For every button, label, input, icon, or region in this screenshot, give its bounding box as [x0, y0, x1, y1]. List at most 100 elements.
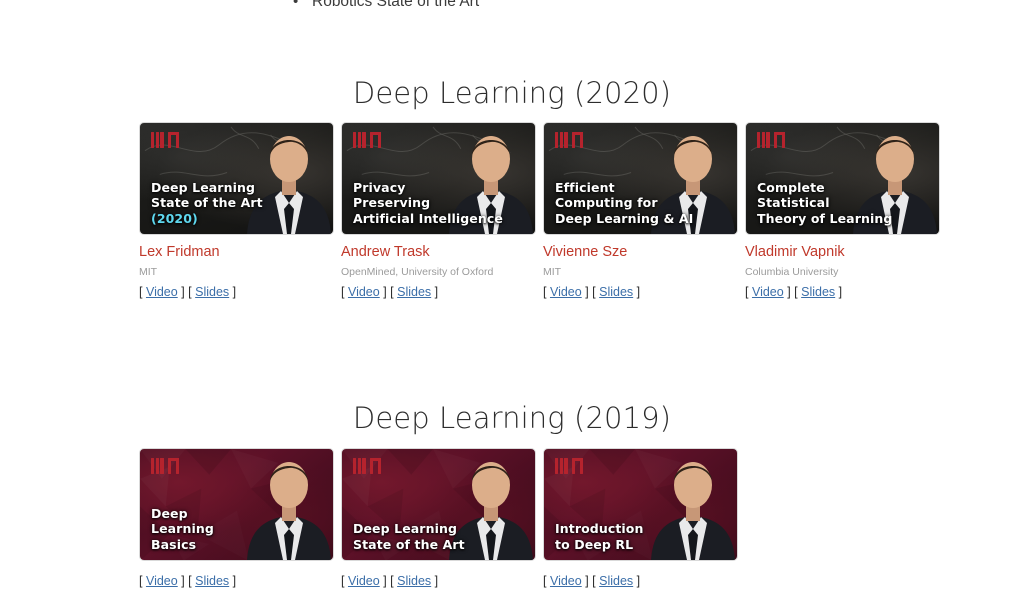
resource-links: [ Video ] [ Slides ]: [139, 284, 341, 301]
mit-logo-icon: [151, 458, 179, 475]
resource-links: [ Video ] [ Slides ]: [341, 573, 543, 590]
bracket-close: ]: [383, 285, 387, 299]
bracket-open: [: [188, 574, 192, 588]
mit-logo-icon: [555, 458, 583, 475]
bracket-open: [: [188, 285, 192, 299]
bracket-close: ]: [787, 285, 791, 299]
bracket-open: [: [341, 574, 345, 588]
thumbnail-title-line: State of the Art: [353, 536, 465, 552]
card-row-2019: Deep Learning Basics[ Video ] [ Slides ] De…: [139, 448, 745, 590]
resource-links: [ Video ] [ Slides ]: [543, 573, 745, 590]
thumbnail-title: Deep Learning State of the Art: [353, 521, 465, 552]
thumbnail-title-line: to Deep RL: [555, 536, 634, 552]
bracket-open: [: [341, 285, 345, 299]
video-thumbnail[interactable]: Deep Learning State of the Art (2020): [139, 122, 334, 235]
thumbnail-title-line: Deep Learning: [353, 521, 458, 536]
thumbnail-title: Efficient Computing for Deep Learning & AI: [555, 180, 693, 227]
speaker-portrait: [247, 462, 331, 560]
speaker-name[interactable]: Vivienne Sze: [543, 244, 745, 261]
speaker-name[interactable]: Andrew Trask: [341, 244, 543, 261]
video-thumbnail[interactable]: Deep Learning State of the Art: [341, 448, 536, 561]
link-video[interactable]: Video: [146, 285, 178, 299]
top-bullet-list: Robotics State of the Art: [0, 0, 1024, 13]
bracket-close: ]: [636, 285, 641, 299]
bracket-close: ]: [585, 285, 589, 299]
speaker-affiliation: MIT: [543, 266, 562, 278]
bracket-open: [: [390, 285, 394, 299]
resource-links: [ Video ] [ Slides ]: [745, 284, 947, 301]
speaker-affiliation: MIT: [139, 266, 158, 278]
speaker-name[interactable]: Lex Fridman: [139, 244, 341, 261]
bracket-close: ]: [636, 574, 641, 588]
link-video[interactable]: Video: [146, 574, 178, 588]
bracket-close: ]: [232, 574, 237, 588]
resource-links: [ Video ] [ Slides ]: [341, 284, 543, 301]
bracket-open: [: [794, 285, 798, 299]
lecture-card: Privacy Preserving Artificial Intelligence…: [341, 122, 543, 301]
bracket-open: [: [592, 285, 596, 299]
thumbnail-title: Introduction to Deep RL: [555, 521, 643, 552]
page-root: Robotics State of the Art Deep Learning …: [0, 0, 1024, 615]
thumbnail-title: Deep Learning State of the Art (2020): [151, 180, 263, 227]
thumbnail-title-line: Computing for: [555, 195, 658, 210]
mit-logo-icon: [353, 132, 381, 149]
bracket-close: ]: [434, 574, 439, 588]
link-slides[interactable]: Slides: [599, 574, 633, 588]
link-slides[interactable]: Slides: [397, 285, 431, 299]
speaker-name[interactable]: Vladimir Vapnik: [745, 244, 947, 261]
thumbnail-title-line: Complete: [757, 179, 825, 195]
speaker-portrait: [651, 462, 735, 560]
bracket-open: [: [139, 574, 143, 588]
bracket-close: ]: [232, 285, 237, 299]
video-thumbnail[interactable]: Deep Learning Basics: [139, 448, 334, 561]
video-thumbnail[interactable]: Efficient Computing for Deep Learning & AI: [543, 122, 738, 235]
lecture-card: Efficient Computing for Deep Learning & AI…: [543, 122, 745, 301]
lecture-card: Deep Learning State of the Art (2020) Lex F…: [139, 122, 341, 301]
link-slides[interactable]: Slides: [195, 574, 229, 588]
mit-logo-icon: [353, 458, 381, 475]
thumbnail-title-line: Deep Learning: [151, 179, 256, 195]
link-video[interactable]: Video: [550, 285, 582, 299]
thumbnail-title-line: State of the Art: [151, 195, 263, 210]
lecture-card: Deep Learning Basics [ Video ] [ Slides ]: [139, 448, 341, 590]
link-slides[interactable]: Slides: [599, 285, 633, 299]
thumbnail-title-line: Artificial Intelligence: [353, 210, 503, 226]
link-slides[interactable]: Slides: [397, 574, 431, 588]
video-thumbnail[interactable]: Complete Statistical Theory of Learning: [745, 122, 940, 235]
section-heading-2019: Deep Learning (2019): [352, 401, 672, 436]
thumbnail-title-line: Efficient: [555, 179, 615, 195]
link-video[interactable]: Video: [348, 574, 380, 588]
thumbnail-title-year: (2020): [151, 210, 198, 226]
bracket-open: [: [745, 285, 749, 299]
thumbnail-title-line: Introduction: [555, 521, 644, 536]
lecture-card: Complete Statistical Theory of Learning Vla…: [745, 122, 947, 301]
thumbnail-title-line: Statistical: [757, 195, 830, 210]
video-thumbnail[interactable]: Privacy Preserving Artificial Intelligence: [341, 122, 536, 235]
thumbnail-title: Complete Statistical Theory of Learning: [757, 180, 892, 227]
thumbnail-title: Privacy Preserving Artificial Intelligence: [353, 180, 503, 227]
bracket-close: ]: [383, 574, 387, 588]
thumbnail-title-line: Theory of Learning: [757, 210, 893, 226]
link-slides[interactable]: Slides: [801, 285, 835, 299]
link-video[interactable]: Video: [752, 285, 784, 299]
lecture-card: Deep Learning State of the Art [ Video ] […: [341, 448, 543, 590]
thumbnail-title-line: Learning: [151, 521, 214, 536]
link-video[interactable]: Video: [550, 574, 582, 588]
list-item[interactable]: Robotics State of the Art: [0, 0, 1024, 13]
mit-logo-icon: [757, 132, 785, 149]
mit-logo-icon: [151, 132, 179, 149]
bracket-open: [: [592, 574, 596, 588]
bracket-open: [: [543, 574, 547, 588]
link-slides[interactable]: Slides: [195, 285, 229, 299]
bracket-close: ]: [585, 574, 589, 588]
section-heading-2020: Deep Learning (2020): [352, 76, 672, 111]
thumbnail-title-line: Deep: [151, 505, 188, 521]
video-thumbnail[interactable]: Introduction to Deep RL: [543, 448, 738, 561]
thumbnail-title-line: Preserving: [353, 195, 431, 210]
bracket-close: ]: [434, 285, 439, 299]
bracket-open: [: [543, 285, 547, 299]
lecture-card: Introduction to Deep RL [ Video ] [ Slides…: [543, 448, 745, 590]
link-video[interactable]: Video: [348, 285, 380, 299]
bracket-close: ]: [838, 285, 843, 299]
resource-links: [ Video ] [ Slides ]: [139, 573, 341, 590]
